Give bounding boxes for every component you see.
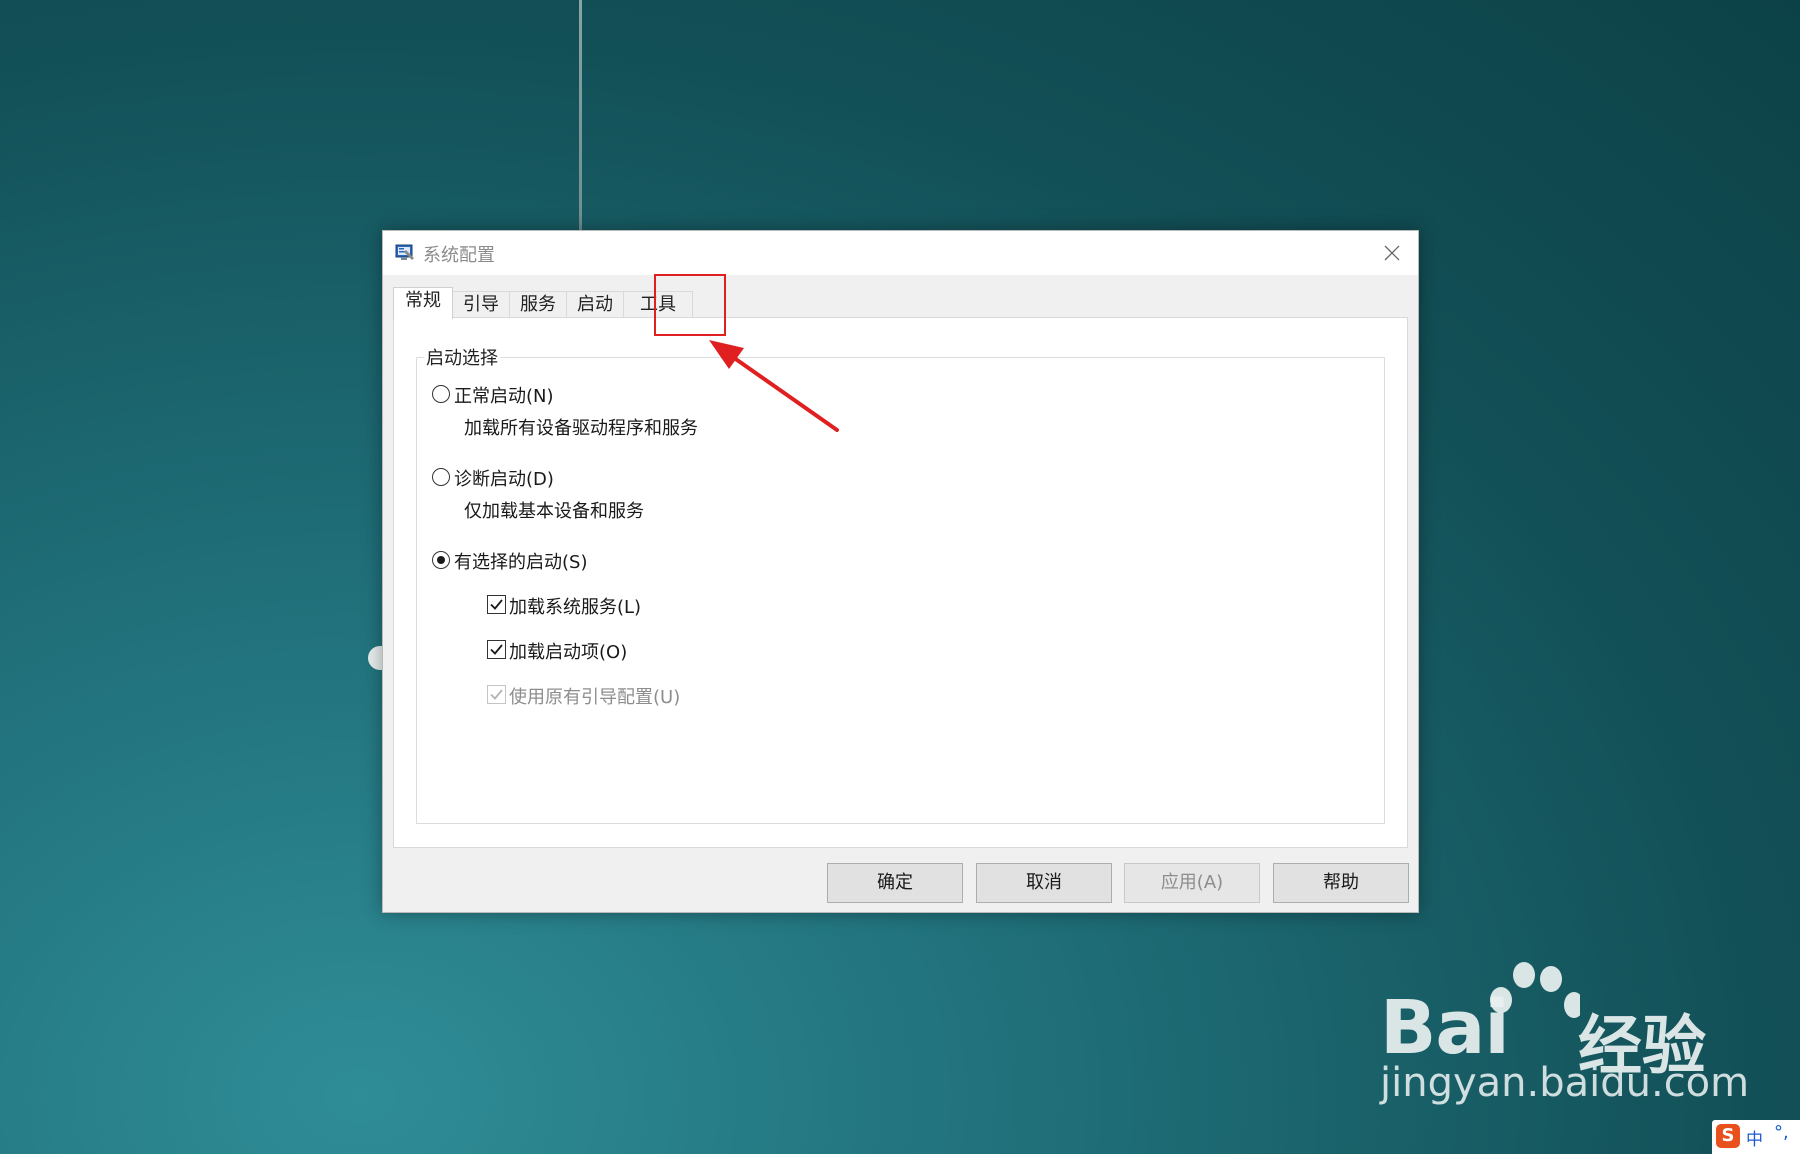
ok-button[interactable]: 确定 [827, 863, 963, 903]
checkmark-icon [490, 599, 503, 610]
system-config-dialog: 系统配置 常规 引导 服务 启动 工具 启动选择 正常启动(N) 加载所有设备驱… [382, 230, 1419, 913]
ime-punctuation: °, [1774, 1122, 1789, 1143]
window-title: 系统配置 [423, 245, 495, 266]
title-bar[interactable]: 系统配置 [383, 231, 1418, 275]
general-tab-panel: 启动选择 正常启动(N) 加载所有设备驱动程序和服务 诊断启动(D) 仅加载基本… [393, 317, 1408, 848]
help-button[interactable]: 帮助 [1273, 863, 1409, 903]
use-original-boot-config-checkbox [487, 685, 506, 704]
selective-startup-label[interactable]: 有选择的启动(S) [454, 548, 587, 574]
load-system-services-checkbox[interactable] [487, 595, 506, 614]
checkmark-icon [490, 689, 503, 700]
checkmark-icon [490, 644, 503, 655]
msconfig-app-icon [395, 244, 414, 260]
watermark-brand: Bai [1380, 985, 1510, 1071]
normal-startup-radio[interactable] [432, 385, 450, 403]
ime-language: 中 [1746, 1130, 1763, 1150]
group-title: 启动选择 [424, 344, 500, 370]
load-system-services-label[interactable]: 加载系统服务(L) [509, 593, 641, 619]
ime-indicator[interactable]: S 中 °, [1712, 1120, 1800, 1154]
normal-startup-label[interactable]: 正常启动(N) [454, 382, 554, 408]
diagnostic-startup-radio[interactable] [432, 468, 450, 486]
tab-startup[interactable]: 启动 [566, 291, 624, 318]
close-icon[interactable] [1376, 237, 1408, 269]
tools-tab-highlight-box [654, 274, 726, 336]
hanging-wire [579, 0, 582, 230]
watermark-url: jingyan.baidu.com [1380, 1060, 1750, 1106]
ime-logo-icon: S [1716, 1124, 1740, 1148]
tab-services[interactable]: 服务 [509, 291, 567, 318]
diagnostic-startup-desc: 仅加载基本设备和服务 [464, 501, 644, 522]
tab-boot[interactable]: 引导 [452, 291, 510, 318]
use-original-boot-config-label: 使用原有引导配置(U) [509, 687, 681, 708]
apply-button: 应用(A) [1124, 863, 1260, 903]
diagnostic-startup-label[interactable]: 诊断启动(D) [454, 465, 554, 491]
tab-general[interactable]: 常规 [393, 287, 453, 319]
cancel-button[interactable]: 取消 [976, 863, 1112, 903]
load-startup-items-label[interactable]: 加载启动项(O) [509, 638, 627, 664]
load-startup-items-checkbox[interactable] [487, 640, 506, 659]
normal-startup-desc: 加载所有设备驱动程序和服务 [464, 418, 698, 439]
selective-startup-radio[interactable] [432, 551, 450, 569]
